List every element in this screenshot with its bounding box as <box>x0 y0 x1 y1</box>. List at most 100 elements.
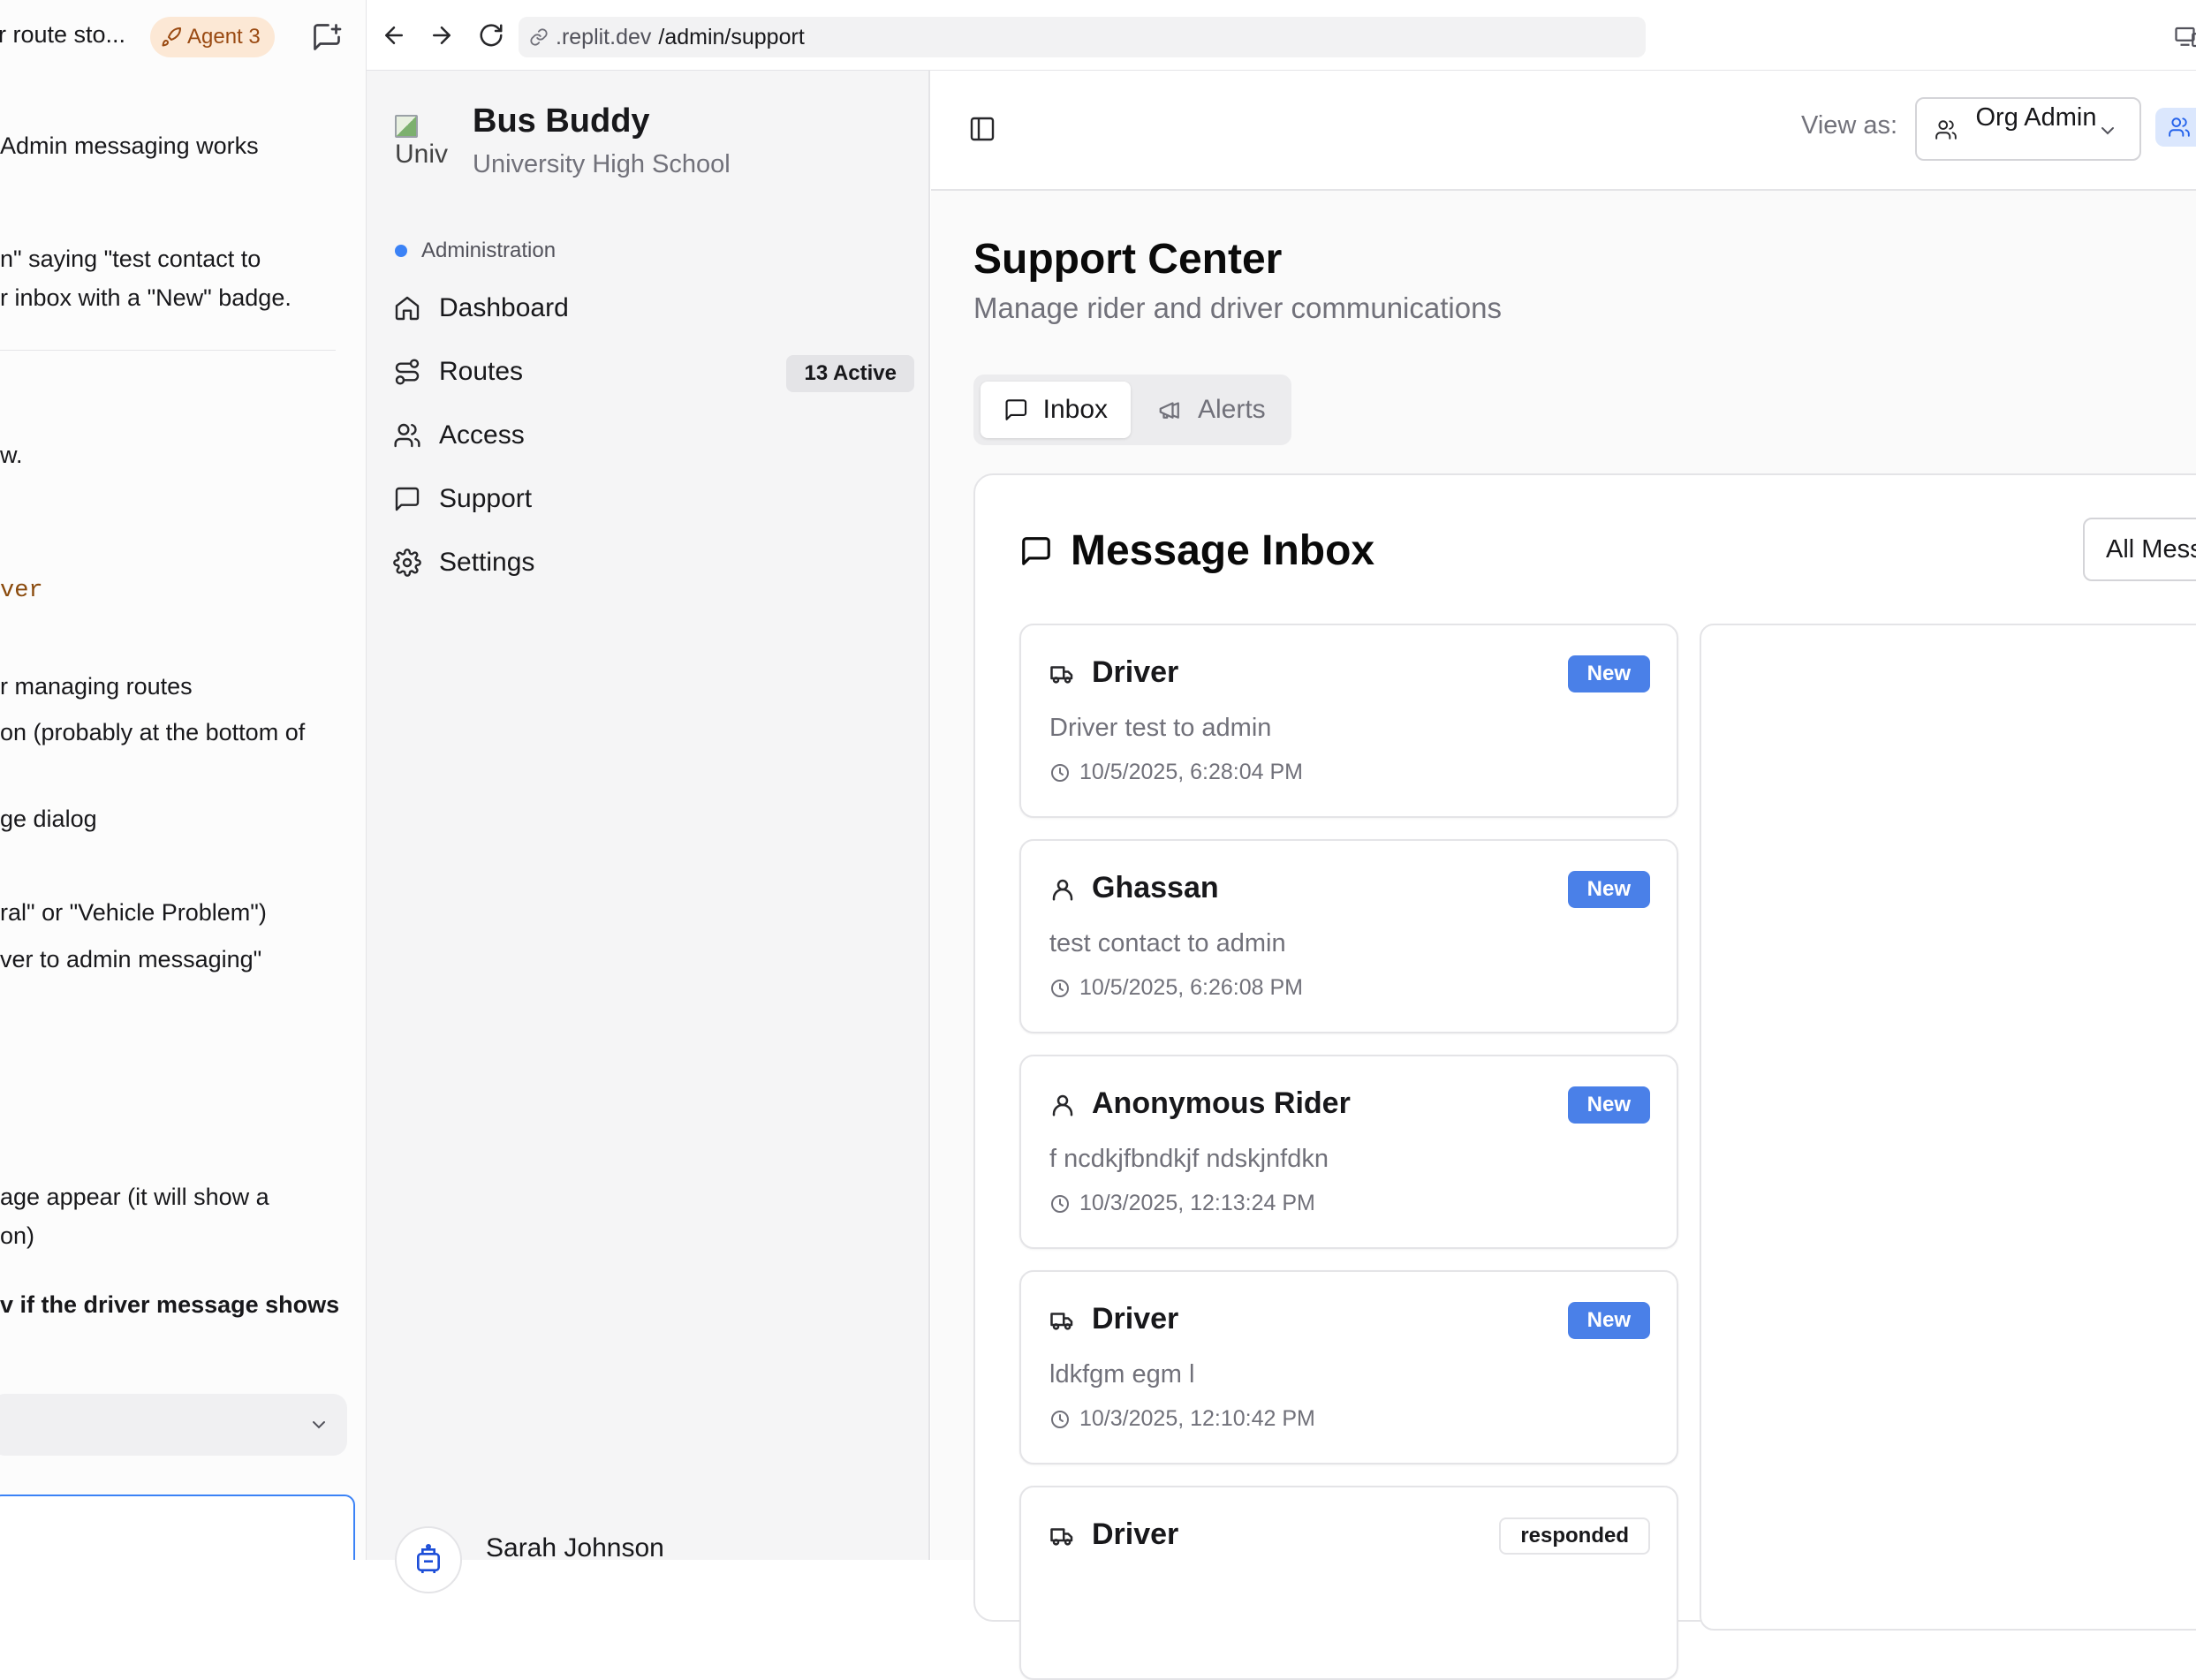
new-chat-icon[interactable] <box>311 21 343 53</box>
url-bar[interactable]: .replit.dev/admin/support <box>519 17 1646 57</box>
app-name: Bus Buddy <box>473 102 650 140</box>
inbox-heading: Message Inbox <box>1019 526 1374 575</box>
current-user-name[interactable]: Sarah Johnson <box>486 1533 664 1563</box>
sidebar-item-settings[interactable]: Settings <box>384 535 914 590</box>
page-title: Support Center <box>973 236 1283 283</box>
users-icon <box>1935 120 1957 140</box>
app-topbar: View as: Org Admin <box>931 71 2196 191</box>
sidebar-item-label: Access <box>439 420 525 450</box>
gear-icon <box>393 549 421 577</box>
truck-icon <box>1050 666 1073 684</box>
agent-version-badge[interactable]: Agent 3 <box>150 17 275 57</box>
message-timestamp: 10/3/2025, 12:10:42 PM <box>1049 1406 1315 1432</box>
users-icon <box>2169 117 2190 137</box>
bus-mascot-icon <box>417 1544 440 1573</box>
status-badge: responded <box>1499 1517 1650 1555</box>
agent-message-line: w. <box>0 442 23 468</box>
message-filter-select[interactable]: All Mess <box>2083 518 2196 581</box>
sidebar-item-support[interactable]: Support <box>384 472 914 526</box>
message-sender: Ghassan <box>1092 871 1219 904</box>
agent-chat-panel: r route sto... Agent 3 Admin messaging w… <box>0 0 366 1560</box>
agent-message-line: on) <box>0 1222 35 1249</box>
status-badge: New <box>1567 655 1650 692</box>
megaphone-icon <box>1159 402 1179 419</box>
home-icon <box>395 296 420 321</box>
message-detail-pane <box>1700 624 2196 1631</box>
view-as-label: View as: <box>1801 111 1898 140</box>
truck-icon <box>1050 1313 1073 1330</box>
sidebar-item-routes[interactable]: Routes 13 Active <box>384 344 914 399</box>
tab-label: Alerts <box>1198 395 1266 424</box>
avatar[interactable] <box>395 1526 462 1593</box>
status-badge: New <box>1567 1302 1650 1339</box>
sidebar-item-access[interactable]: Access <box>384 408 914 463</box>
message-sender: Driver <box>1092 1517 1179 1551</box>
message-square-icon <box>395 487 420 511</box>
reload-icon[interactable] <box>478 22 504 49</box>
link-icon <box>530 28 548 46</box>
message-card[interactable]: Anonymous Rider New f ncdkjfbndkjf ndskjnf… <box>1019 1055 1678 1249</box>
agent-prompt-input[interactable] <box>0 1495 355 1560</box>
clock-icon <box>1051 1194 1069 1213</box>
timestamp-text: 10/5/2025, 6:28:04 PM <box>1079 760 1303 784</box>
organization-name: University High School <box>473 150 731 178</box>
tab-label: Inbox <box>1042 395 1108 424</box>
message-preview: Driver test to admin <box>1049 714 1272 742</box>
message-card[interactable]: Driver New Driver test to admin 10/5/2025, … <box>1019 624 1678 818</box>
truck-icon <box>1050 1528 1073 1546</box>
message-timestamp: 10/5/2025, 6:28:04 PM <box>1049 760 1303 785</box>
status-badge: New <box>1567 1086 1650 1124</box>
message-sender: Driver <box>1092 655 1179 689</box>
chevron-down-icon <box>2101 127 2114 135</box>
tab-inbox[interactable]: Inbox <box>981 382 1131 438</box>
message-preview: ldkfgm egm l <box>1049 1360 1195 1389</box>
role-select[interactable]: Org Admin <box>1915 97 2141 161</box>
message-card[interactable]: Driver New ldkfgm egm l 10/3/2025, 12:10:42… <box>1019 1270 1678 1464</box>
url-host: .replit.dev <box>556 24 652 49</box>
chevron-down-icon <box>313 1421 325 1429</box>
message-card[interactable]: Driver responded <box>1019 1486 1678 1680</box>
agent-divider <box>0 350 336 351</box>
message-preview: test contact to admin <box>1049 929 1286 957</box>
sidebar-item-label: Settings <box>439 548 535 577</box>
broken-image-icon <box>395 115 418 138</box>
sidebar-item-label: Dashboard <box>439 293 569 322</box>
agent-chat-title[interactable]: r route sto... <box>0 21 125 49</box>
url-path: /admin/support <box>658 24 805 49</box>
agent-code-snippet: ver <box>0 578 43 604</box>
sidebar-toggle-icon[interactable] <box>968 115 996 143</box>
message-timestamp: 10/5/2025, 6:26:08 PM <box>1049 975 1303 1001</box>
logo-alt-text: Univ <box>395 140 448 169</box>
user-role-button[interactable] <box>2155 108 2196 147</box>
agent-message-line: v if the driver message shows <box>0 1291 340 1318</box>
page-subtitle: Manage rider and driver communications <box>973 291 1502 324</box>
agent-message-line: Admin messaging works <box>0 132 259 159</box>
support-tabs: Inbox Alerts <box>973 375 1291 445</box>
agent-message-line: on (probably at the bottom of <box>0 719 306 745</box>
devices-icon[interactable] <box>2174 24 2196 50</box>
message-card[interactable]: Ghassan New test contact to admin 10/5/2025… <box>1019 839 1678 1033</box>
forward-arrow-icon[interactable] <box>428 22 455 49</box>
back-arrow-icon[interactable] <box>381 22 407 49</box>
tab-alerts[interactable]: Alerts <box>1134 382 1289 438</box>
timestamp-text: 10/5/2025, 6:26:08 PM <box>1079 975 1303 1000</box>
user-icon <box>1052 1094 1073 1116</box>
sidebar-item-dashboard[interactable]: Dashboard <box>384 281 914 336</box>
message-sender: Anonymous Rider <box>1092 1086 1351 1120</box>
school-logo: Univ <box>395 115 448 173</box>
agent-collapsible-section[interactable] <box>0 1394 347 1456</box>
agent-badge-label: Agent 3 <box>187 25 261 49</box>
status-badge: New <box>1567 871 1650 908</box>
agent-header: r route sto... Agent 3 <box>0 0 366 74</box>
clock-icon <box>1051 979 1069 997</box>
agent-message-line: ral" or "Vehicle Problem") <box>0 899 267 926</box>
agent-message-line: age appear (it will show a <box>0 1184 269 1210</box>
message-sender: Driver <box>1092 1302 1179 1336</box>
routes-count-badge: 13 Active <box>786 355 914 392</box>
message-timestamp: 10/3/2025, 12:13:24 PM <box>1049 1191 1315 1216</box>
agent-message-line: r inbox with a "New" badge. <box>0 284 292 311</box>
timestamp-text: 10/3/2025, 12:13:24 PM <box>1079 1191 1315 1215</box>
message-square-icon <box>1005 399 1027 420</box>
sidebar-section-label: Administration <box>395 238 556 263</box>
agent-message-line: r managing routes <box>0 673 193 700</box>
